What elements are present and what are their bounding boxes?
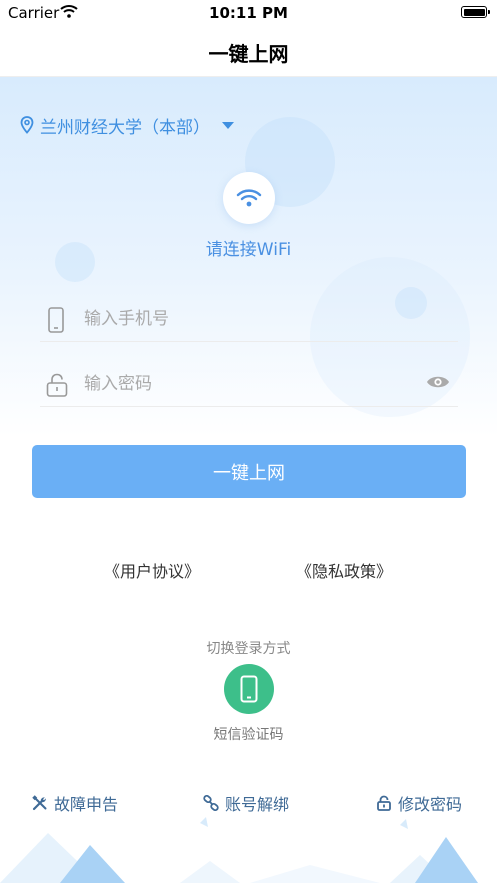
campus-selector[interactable]: 兰州财经大学（本部） [20,113,234,138]
battery-icon [461,6,490,18]
page-title: 一键上网 [208,42,289,66]
sms-login-button[interactable] [224,664,274,714]
eye-icon[interactable] [426,374,450,390]
report-fault-button[interactable]: 故障申告 [32,792,118,814]
wifi-icon [236,189,262,207]
phone-input[interactable] [82,303,406,335]
location-pin-icon [20,116,34,134]
mountain-decoration [0,817,478,883]
password-field [40,362,458,407]
wifi-status-label: 请连接WiFi [205,240,292,260]
phone-icon [48,307,64,333]
clock: 10:11 PM [209,4,288,22]
mobile-phone-icon [240,675,258,703]
wifi-status-button[interactable] [223,172,275,224]
unbind-account-label: 账号解绑 [225,795,290,814]
privacy-policy-link[interactable]: 《隐私政策》 [296,558,392,582]
lock-icon [377,795,391,811]
connect-button[interactable]: 一键上网 [32,445,466,498]
nav-bar: 一键上网 [0,26,497,77]
switch-login-label: 切换登录方式 [206,641,291,657]
password-input[interactable] [82,368,406,400]
lock-icon [46,373,68,397]
chevron-down-icon [222,121,234,129]
sms-login-label: 短信验证码 [213,727,284,743]
status-bar: Carrier 10:11 PM [0,0,497,26]
tools-icon [32,795,47,811]
user-agreement-link[interactable]: 《用户协议》 [104,558,200,582]
change-password-label: 修改密码 [398,795,463,814]
unbind-account-button[interactable]: 账号解绑 [203,792,289,814]
campus-name: 兰州财经大学（本部） [40,117,210,138]
phone-field [40,297,458,342]
report-fault-label: 故障申告 [54,795,119,814]
unlink-icon [203,795,219,811]
change-password-button[interactable]: 修改密码 [376,792,462,814]
